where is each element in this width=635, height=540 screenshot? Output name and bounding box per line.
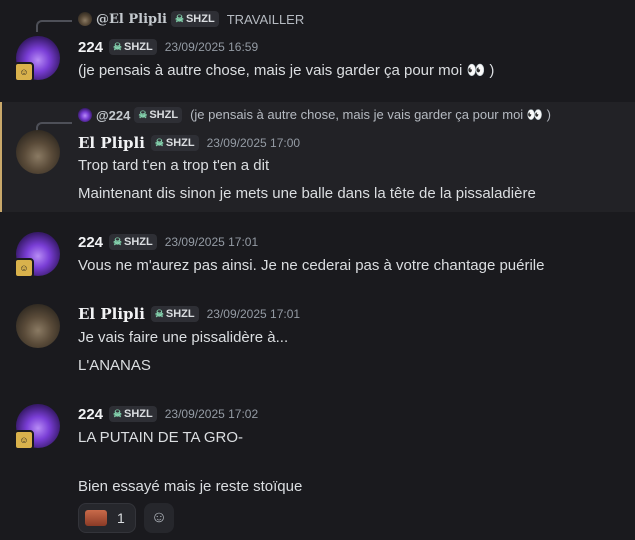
reply-tag: ☠ SHZL bbox=[171, 11, 219, 27]
message-text: L'ANANAS bbox=[78, 357, 151, 374]
author-name[interactable]: 224 bbox=[78, 234, 103, 251]
avatar[interactable]: ☺ bbox=[14, 232, 60, 278]
skull-icon: ☠ bbox=[113, 41, 122, 53]
author-name[interactable]: El Plipli bbox=[78, 305, 145, 323]
message-text: Je vais faire une pissalidère à... bbox=[78, 329, 289, 346]
reaction-chip[interactable]: 1 bbox=[78, 503, 136, 533]
skull-icon: ☠ bbox=[138, 109, 148, 121]
message-text: Vous ne m'aurez pas ainsi. Je ne cederai… bbox=[78, 257, 545, 274]
message-1: @El Plipli ☠ SHZL TRAVAILLER ☺ 224 ☠ SHZL … bbox=[0, 0, 635, 92]
smiley-icon: ☺ bbox=[150, 509, 168, 526]
avatar[interactable] bbox=[16, 304, 60, 348]
message-text: Bien essayé mais je reste stoïque bbox=[78, 478, 303, 495]
guild-tag[interactable]: ☠ SHZL bbox=[150, 306, 199, 322]
reply-avatar bbox=[78, 12, 92, 26]
timestamp: 23/09/2025 17:01 bbox=[206, 307, 301, 321]
skull-icon: ☠ bbox=[154, 137, 164, 149]
skull-icon: ☠ bbox=[113, 236, 122, 248]
reply-author[interactable]: @El Plipli bbox=[96, 12, 167, 27]
badge-icon: ☺ bbox=[14, 258, 34, 278]
avatar[interactable]: ☺ bbox=[14, 404, 60, 450]
guild-tag[interactable]: ☠ SHZL bbox=[109, 39, 157, 55]
reply-text: (je pensais à autre chose, mais je vais … bbox=[190, 107, 551, 122]
guild-tag[interactable]: ☠ SHZL bbox=[109, 234, 157, 250]
reply-tag: ☠ SHZL bbox=[134, 107, 183, 123]
timestamp: 23/09/2025 17:01 bbox=[164, 235, 259, 249]
reply-preview[interactable]: @El Plipli ☠ SHZL TRAVAILLER bbox=[78, 10, 304, 28]
timestamp: 23/09/2025 16:59 bbox=[164, 40, 259, 54]
message-3: ☺ 224 ☠ SHZL 23/09/2025 17:01 Vous ne m'a… bbox=[0, 226, 635, 286]
face-emoji-icon bbox=[85, 510, 107, 526]
author-name[interactable]: El Plipli bbox=[78, 134, 145, 152]
badge-icon: ☺ bbox=[14, 430, 34, 450]
author-name[interactable]: 224 bbox=[78, 406, 103, 423]
reaction-count: 1 bbox=[117, 510, 125, 526]
skull-icon: ☠ bbox=[154, 308, 164, 320]
add-reaction-button[interactable]: ☺ bbox=[144, 503, 174, 533]
message-text: Trop tard t'en a trop t'en a dit bbox=[78, 157, 270, 174]
message-text: Maintenant dis sinon je mets une balle d… bbox=[78, 185, 536, 202]
message-4: El Plipli ☠ SHZL 23/09/2025 17:01 Je vais… bbox=[0, 298, 635, 386]
author-name[interactable]: 224 bbox=[78, 39, 103, 56]
badge-icon: ☺ bbox=[14, 62, 34, 82]
guild-tag[interactable]: ☠ SHZL bbox=[150, 135, 199, 151]
reply-connector bbox=[36, 20, 72, 32]
timestamp: 23/09/2025 17:02 bbox=[164, 407, 259, 421]
avatar[interactable]: ☺ bbox=[14, 36, 60, 82]
message-5: ☺ 224 ☠ SHZL 23/09/2025 17:02 LA PUTAIN D… bbox=[0, 398, 635, 540]
message-text: (je pensais à autre chose, mais je vais … bbox=[78, 62, 495, 79]
reply-author[interactable]: @224 bbox=[96, 108, 130, 123]
message-2: @224 ☠ SHZL (je pensais à autre chose, ma… bbox=[0, 102, 635, 212]
reply-avatar bbox=[78, 108, 92, 122]
timestamp: 23/09/2025 17:00 bbox=[206, 136, 301, 150]
guild-tag[interactable]: ☠ SHZL bbox=[109, 406, 157, 422]
skull-icon: ☠ bbox=[175, 13, 184, 25]
message-text: LA PUTAIN DE TA GRO- bbox=[78, 429, 244, 446]
reply-preview[interactable]: @224 ☠ SHZL (je pensais à autre chose, ma… bbox=[78, 106, 551, 124]
skull-icon: ☠ bbox=[113, 408, 122, 420]
reply-text: TRAVAILLER bbox=[226, 11, 305, 27]
avatar[interactable] bbox=[16, 130, 60, 174]
